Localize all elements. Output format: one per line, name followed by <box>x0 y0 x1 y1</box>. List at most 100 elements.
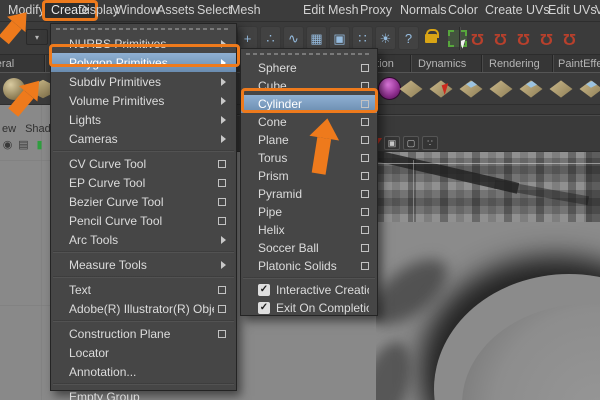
menu-item-label: Platonic Solids <box>258 259 337 273</box>
menu-item-cv-curve-tool[interactable]: CV Curve Tool <box>51 154 236 173</box>
lock-icon[interactable] <box>420 26 441 50</box>
film-gate-icon[interactable]: ▤ <box>17 138 30 151</box>
tearoff-handle[interactable] <box>56 28 231 30</box>
tab-painteffects[interactable]: PaintEffects <box>558 58 600 70</box>
menu-item-adobe-r-illustrator-r-object[interactable]: Adobe(R) Illustrator(R) Object... <box>51 299 236 318</box>
menu-item-label: Exit On Completion <box>276 301 369 315</box>
hypergraph-icon[interactable]: ∴ <box>260 26 281 50</box>
option-box[interactable] <box>361 154 369 162</box>
menu-item-annotation[interactable]: Annotation... <box>51 362 236 381</box>
camera-icon[interactable]: ◉ <box>1 138 14 151</box>
menu-item-measure-tools[interactable]: Measure Tools <box>51 255 236 274</box>
tab-rendering[interactable]: Rendering <box>489 58 540 70</box>
menu-item-soccer-ball[interactable]: Soccer Ball <box>241 239 377 257</box>
add-tool-icon[interactable]: + <box>237 26 258 50</box>
menu-mesh[interactable]: Mesh <box>230 3 261 17</box>
poly-cube-icon[interactable] <box>518 76 544 102</box>
poly-lattice-icon[interactable] <box>578 76 600 102</box>
menu-item-subdiv-primitives[interactable]: Subdiv Primitives <box>51 72 236 91</box>
curve-tool-icon[interactable]: ∿ <box>283 26 304 50</box>
menu-item-sphere[interactable]: Sphere <box>241 59 377 77</box>
menu-item-bezier-curve-tool[interactable]: Bezier Curve Tool <box>51 192 236 211</box>
menu-item-locator[interactable]: Locator <box>51 343 236 362</box>
menu-item-ep-curve-tool[interactable]: EP Curve Tool <box>51 173 236 192</box>
poly-triangles-icon[interactable] <box>398 76 424 102</box>
tab-dynamics[interactable]: Dynamics <box>418 58 466 70</box>
option-box[interactable] <box>361 244 369 252</box>
copy-view-icon[interactable]: ▢ <box>403 136 419 150</box>
menu-item-text[interactable]: Text <box>51 280 236 299</box>
menu-item-volume-primitives[interactable]: Volume Primitives <box>51 91 236 110</box>
menu-normals[interactable]: Normals <box>400 3 447 17</box>
menu-item-platonic-solids[interactable]: Platonic Solids <box>241 257 377 275</box>
poly-merge-icon[interactable] <box>548 76 574 102</box>
layer-bar-icon[interactable]: ▮ <box>33 138 46 151</box>
snap-magnet-icon[interactable]: Ω <box>560 26 578 50</box>
menu-color[interactable]: Color <box>448 3 478 17</box>
menu-item-label: Annotation... <box>69 364 137 379</box>
option-box[interactable] <box>218 197 226 206</box>
menu-v[interactable]: V <box>595 3 600 17</box>
option-box[interactable] <box>361 136 369 144</box>
share-view-icon[interactable]: ∵ <box>422 136 438 150</box>
tab-general[interactable]: General <box>0 58 14 70</box>
menu-item-label: Arc Tools <box>69 232 119 247</box>
menu-item-exit-on-completion[interactable]: ✓ Exit On Completion <box>241 299 377 317</box>
menu-item-construction-plane[interactable]: Construction Plane <box>51 324 236 343</box>
option-box[interactable] <box>361 262 369 270</box>
snap-point-icon[interactable]: Ω <box>514 26 532 50</box>
menu-select[interactable]: Select <box>197 3 232 17</box>
create-menu-panel: NURBS Primitives Polygon Primitives Subdiv… <box>50 23 237 400</box>
menu-assets[interactable]: Assets <box>157 3 195 17</box>
option-box[interactable] <box>218 159 226 168</box>
menu-edit-mesh[interactable]: Edit Mesh <box>303 3 359 17</box>
menu-item-label: Sphere <box>258 61 297 75</box>
menu-window[interactable]: Window <box>115 3 159 17</box>
poly-display-icon[interactable]: ▦ <box>306 26 327 50</box>
poly-select-icon[interactable] <box>428 76 454 102</box>
option-box[interactable] <box>361 226 369 234</box>
menu-proxy[interactable]: Proxy <box>360 3 392 17</box>
menu-set-dropdown[interactable]: ▾ <box>26 29 48 45</box>
option-box[interactable] <box>361 64 369 72</box>
option-box[interactable] <box>218 178 226 187</box>
snap-grid-icon[interactable]: Ω <box>468 26 486 50</box>
poly-combine-icon[interactable] <box>458 76 484 102</box>
option-box[interactable] <box>361 172 369 180</box>
viewport-menu-view[interactable]: ew <box>2 123 16 135</box>
menu-item-arc-tools[interactable]: Arc Tools <box>51 230 236 249</box>
cube-view-icon[interactable]: ▣ <box>384 136 400 150</box>
menu-display[interactable]: Display <box>78 3 119 17</box>
menu-item-empty-group[interactable]: Empty Group <box>51 387 236 400</box>
option-box[interactable] <box>361 190 369 198</box>
option-box[interactable] <box>361 118 369 126</box>
snap-curve-icon[interactable]: Ω <box>491 26 509 50</box>
marquee-select-icon[interactable] <box>447 26 468 50</box>
emitter-icon[interactable]: ☀ <box>375 26 396 50</box>
option-box[interactable] <box>218 304 226 313</box>
viewport-panel-menu[interactable]: ew Shad <box>2 123 52 135</box>
menu-item-pipe[interactable]: Pipe <box>241 203 377 221</box>
checkmark-icon: ✓ <box>258 284 270 296</box>
menu-item-lights[interactable]: Lights <box>51 110 236 129</box>
option-box[interactable] <box>218 285 226 294</box>
option-box[interactable] <box>218 329 226 338</box>
menu-item-cone[interactable]: Cone <box>241 113 377 131</box>
option-box[interactable] <box>361 208 369 216</box>
snap-plane-icon[interactable]: Ω <box>537 26 555 50</box>
menu-item-helix[interactable]: Helix <box>241 221 377 239</box>
poly-split-icon[interactable] <box>488 76 514 102</box>
option-box[interactable] <box>218 216 226 225</box>
menu-item-pencil-curve-tool[interactable]: Pencil Curve Tool <box>51 211 236 230</box>
menu-item-cameras[interactable]: Cameras <box>51 129 236 148</box>
help-icon[interactable]: ? <box>398 26 419 50</box>
tearoff-handle[interactable] <box>246 53 372 55</box>
menu-create-uvs[interactable]: Create UVs <box>485 3 550 17</box>
viewport-menu-shading[interactable]: Shad <box>25 123 51 135</box>
lattice-icon[interactable]: ▣ <box>329 26 350 50</box>
menu-edit-uvs[interactable]: Edit UVs <box>548 3 597 17</box>
menu-item-interactive-creation[interactable]: ✓ Interactive Creation <box>241 281 377 299</box>
particles-icon[interactable]: ∷ <box>352 26 373 50</box>
grid-line <box>0 160 50 161</box>
menu-item-pyramid[interactable]: Pyramid <box>241 185 377 203</box>
